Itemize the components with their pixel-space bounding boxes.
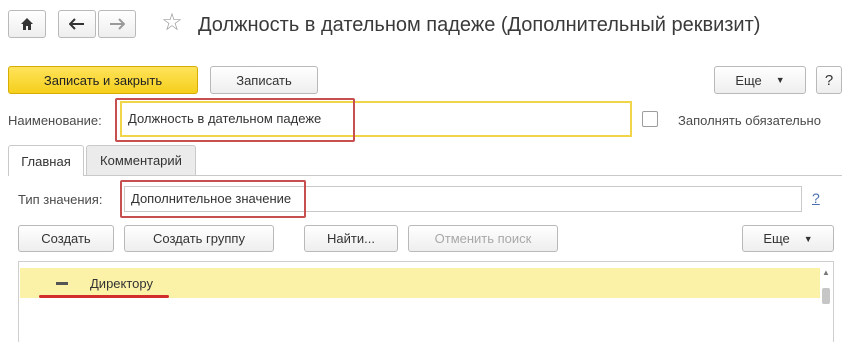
scroll-thumb[interactable] (822, 288, 830, 304)
item-icon (56, 281, 68, 285)
save-button[interactable]: Записать (210, 66, 318, 94)
forward-button[interactable] (98, 10, 136, 38)
values-list[interactable]: Директору ▲ (18, 261, 834, 342)
name-highlight (115, 98, 355, 142)
scroll-up-icon[interactable]: ▲ (821, 268, 831, 278)
list-item[interactable]: Директору (20, 268, 820, 298)
more-button[interactable]: Еще ▼ (714, 66, 806, 94)
help-button[interactable]: ? (816, 66, 842, 94)
back-button[interactable] (58, 10, 96, 38)
create-button[interactable]: Создать (18, 225, 114, 252)
more-label: Еще (735, 72, 762, 88)
item-underline (39, 295, 169, 298)
help-link[interactable]: ? (812, 190, 820, 206)
cancel-search-button[interactable]: Отменить поиск (408, 225, 558, 252)
page-title: Должность в дательном падеже (Дополнител… (198, 14, 761, 36)
arrow-right-icon (110, 18, 125, 30)
tab-divider (8, 175, 842, 176)
name-label: Наименование: (8, 113, 102, 128)
required-checkbox[interactable] (642, 111, 658, 127)
chevron-down-icon: ▼ (803, 233, 813, 244)
tab-comment[interactable]: Комментарий (86, 145, 196, 175)
scrollbar[interactable]: ▲ (821, 268, 831, 340)
value-type-highlight (120, 180, 306, 218)
arrow-left-icon (69, 18, 84, 30)
value-type-label: Тип значения: (18, 192, 103, 207)
list-item-label: Директору (90, 275, 153, 291)
required-label: Заполнять обязательно (678, 113, 821, 128)
list-more-button[interactable]: Еще ▼ (742, 225, 834, 252)
list-more-label: Еще (763, 231, 790, 246)
create-group-button[interactable]: Создать группу (124, 225, 274, 252)
home-button[interactable] (8, 10, 46, 38)
star-icon[interactable]: ☆ (158, 8, 186, 38)
chevron-down-icon: ▼ (775, 75, 785, 85)
find-button[interactable]: Найти... (304, 225, 398, 252)
home-icon (21, 18, 33, 30)
tab-main[interactable]: Главная (8, 145, 84, 176)
save-close-button[interactable]: Записать и закрыть (8, 66, 198, 94)
